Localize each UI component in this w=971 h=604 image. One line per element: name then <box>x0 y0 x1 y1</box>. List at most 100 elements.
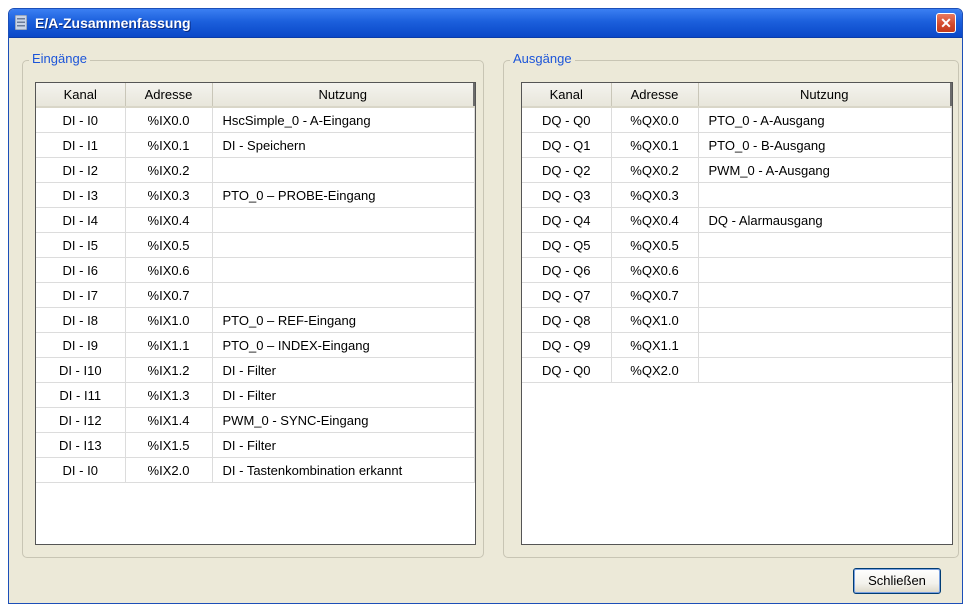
cell-nutzung: DI - Filter <box>212 432 475 458</box>
table-row[interactable]: DI - I6 %IX0.6 <box>36 257 475 283</box>
outputs-table: Kanal Adresse Nutzung DQ - Q0 %QX0.0 PTO_0… <box>522 83 952 383</box>
cell-nutzung: HscSimple_0 - A-Eingang <box>212 107 475 133</box>
cell-kanal: DQ - Q0 <box>522 107 612 133</box>
cell-kanal: DI - I0 <box>36 457 126 483</box>
close-button[interactable]: Schließen <box>853 568 941 594</box>
outputs-header-row: Kanal Adresse Nutzung <box>522 83 952 108</box>
cell-adresse: %QX0.0 <box>611 107 699 133</box>
outputs-table-frame: Kanal Adresse Nutzung DQ - Q0 %QX0.0 PTO_0… <box>521 82 953 545</box>
table-row[interactable]: DQ - Q0 %QX2.0 <box>522 357 952 383</box>
cell-adresse: %IX1.5 <box>125 432 213 458</box>
table-row[interactable]: DI - I3 %IX0.3 PTO_0 – PROBE-Eingang <box>36 182 475 208</box>
cell-adresse: %IX1.2 <box>125 357 213 383</box>
cell-kanal: DQ - Q4 <box>522 207 612 233</box>
column-header-adresse[interactable]: Adresse <box>125 83 213 108</box>
cell-adresse: %QX0.1 <box>611 132 699 158</box>
table-row[interactable]: DQ - Q8 %QX1.0 <box>522 307 952 333</box>
outputs-group-label: Ausgänge <box>510 51 575 66</box>
cell-kanal: DI - I7 <box>36 282 126 308</box>
cell-adresse: %QX2.0 <box>611 357 699 383</box>
cell-adresse: %QX0.5 <box>611 232 699 258</box>
table-row[interactable]: DQ - Q5 %QX0.5 <box>522 232 952 258</box>
cell-adresse: %IX0.6 <box>125 257 213 283</box>
cell-kanal: DI - I8 <box>36 307 126 333</box>
cell-kanal: DI - I0 <box>36 107 126 133</box>
table-row[interactable]: DI - I4 %IX0.4 <box>36 207 475 233</box>
table-row[interactable]: DI - I8 %IX1.0 PTO_0 – REF-Eingang <box>36 307 475 333</box>
table-row[interactable]: DQ - Q6 %QX0.6 <box>522 257 952 283</box>
cell-nutzung <box>212 157 475 183</box>
cell-kanal: DQ - Q5 <box>522 232 612 258</box>
table-row[interactable]: DQ - Q2 %QX0.2 PWM_0 - A-Ausgang <box>522 157 952 183</box>
cell-adresse: %IX1.1 <box>125 332 213 358</box>
outputs-group: Ausgänge Kanal Adresse Nutzung DQ - Q0 %Q… <box>503 51 959 558</box>
column-header-kanal[interactable]: Kanal <box>522 83 612 108</box>
cell-kanal: DI - I5 <box>36 232 126 258</box>
table-row[interactable]: DI - I12 %IX1.4 PWM_0 - SYNC-Eingang <box>36 407 475 433</box>
title-bar[interactable]: E/A-Zusammenfassung ✕ <box>9 9 962 38</box>
cell-nutzung <box>698 357 952 383</box>
table-row[interactable]: DI - I5 %IX0.5 <box>36 232 475 258</box>
cell-nutzung: DI - Filter <box>212 357 475 383</box>
cell-kanal: DQ - Q2 <box>522 157 612 183</box>
cell-adresse: %QX0.2 <box>611 157 699 183</box>
table-row[interactable]: DI - I11 %IX1.3 DI - Filter <box>36 382 475 408</box>
column-header-kanal[interactable]: Kanal <box>36 83 126 108</box>
inputs-group: Eingänge Kanal Adresse Nutzung DI - I0 %I… <box>22 51 484 558</box>
close-icon[interactable]: ✕ <box>936 13 956 33</box>
table-row[interactable]: DI - I7 %IX0.7 <box>36 282 475 308</box>
cell-nutzung <box>698 182 952 208</box>
column-header-adresse[interactable]: Adresse <box>611 83 699 108</box>
cell-nutzung: PTO_0 – PROBE-Eingang <box>212 182 475 208</box>
cell-adresse: %QX0.7 <box>611 282 699 308</box>
cell-kanal: DQ - Q1 <box>522 132 612 158</box>
table-row[interactable]: DQ - Q0 %QX0.0 PTO_0 - A-Ausgang <box>522 107 952 133</box>
cell-kanal: DI - I6 <box>36 257 126 283</box>
inputs-table-frame: Kanal Adresse Nutzung DI - I0 %IX0.0 HscSi… <box>35 82 476 545</box>
cell-kanal: DQ - Q0 <box>522 357 612 383</box>
window-title: E/A-Zusammenfassung <box>35 15 191 31</box>
table-row[interactable]: DI - I10 %IX1.2 DI - Filter <box>36 357 475 383</box>
cell-nutzung <box>698 232 952 258</box>
table-row[interactable]: DQ - Q4 %QX0.4 DQ - Alarmausgang <box>522 207 952 233</box>
cell-kanal: DI - I10 <box>36 357 126 383</box>
cell-nutzung <box>698 257 952 283</box>
cell-nutzung <box>212 257 475 283</box>
table-row[interactable]: DQ - Q7 %QX0.7 <box>522 282 952 308</box>
cell-nutzung <box>212 232 475 258</box>
table-row[interactable]: DQ - Q1 %QX0.1 PTO_0 - B-Ausgang <box>522 132 952 158</box>
cell-nutzung: PTO_0 - A-Ausgang <box>698 107 952 133</box>
table-row[interactable]: DI - I1 %IX0.1 DI - Speichern <box>36 132 475 158</box>
inputs-header-row: Kanal Adresse Nutzung <box>36 83 475 108</box>
cell-adresse: %IX0.5 <box>125 232 213 258</box>
cell-kanal: DI - I9 <box>36 332 126 358</box>
cell-nutzung: PWM_0 - A-Ausgang <box>698 157 952 183</box>
window-icon <box>15 15 27 30</box>
cell-adresse: %IX0.0 <box>125 107 213 133</box>
cell-kanal: DQ - Q7 <box>522 282 612 308</box>
cell-nutzung: PTO_0 – REF-Eingang <box>212 307 475 333</box>
cell-adresse: %IX0.7 <box>125 282 213 308</box>
column-header-nutzung[interactable]: Nutzung <box>698 83 952 108</box>
cell-nutzung: DI - Speichern <box>212 132 475 158</box>
cell-adresse: %IX0.2 <box>125 157 213 183</box>
table-row[interactable]: DQ - Q3 %QX0.3 <box>522 182 952 208</box>
cell-nutzung <box>698 282 952 308</box>
cell-adresse: %QX1.1 <box>611 332 699 358</box>
table-row[interactable]: DI - I0 %IX0.0 HscSimple_0 - A-Eingang <box>36 107 475 133</box>
cell-nutzung: PTO_0 – INDEX-Eingang <box>212 332 475 358</box>
cell-adresse: %IX1.0 <box>125 307 213 333</box>
cell-adresse: %QX0.3 <box>611 182 699 208</box>
cell-adresse: %QX1.0 <box>611 307 699 333</box>
table-row[interactable]: DI - I0 %IX2.0 DI - Tastenkombination erka… <box>36 457 475 483</box>
cell-kanal: DQ - Q8 <box>522 307 612 333</box>
column-header-nutzung[interactable]: Nutzung <box>212 83 475 108</box>
table-row[interactable]: DQ - Q9 %QX1.1 <box>522 332 952 358</box>
table-row[interactable]: DI - I13 %IX1.5 DI - Filter <box>36 432 475 458</box>
cell-nutzung: DQ - Alarmausgang <box>698 207 952 233</box>
table-row[interactable]: DI - I9 %IX1.1 PTO_0 – INDEX-Eingang <box>36 332 475 358</box>
cell-adresse: %IX0.3 <box>125 182 213 208</box>
table-row[interactable]: DI - I2 %IX0.2 <box>36 157 475 183</box>
cell-nutzung: PTO_0 - B-Ausgang <box>698 132 952 158</box>
cell-kanal: DQ - Q3 <box>522 182 612 208</box>
